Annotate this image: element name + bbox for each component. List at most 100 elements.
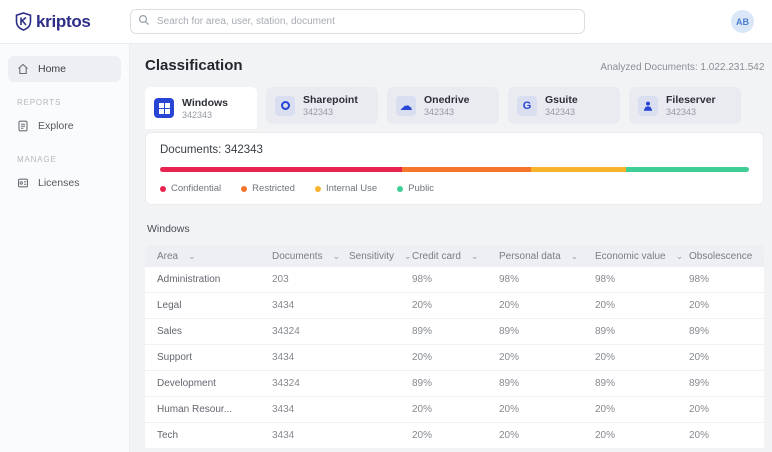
fileserver-icon [638, 96, 658, 116]
kriptos-shield-icon [15, 12, 32, 31]
main-content: Classification Analyzed Documents: 1.022… [130, 44, 772, 452]
obsolescence-cell: 89% [689, 378, 752, 389]
document-icon [17, 120, 29, 132]
table-source-label: Windows [147, 223, 764, 235]
documents-cell: 3434 [272, 430, 349, 441]
column-header-economic-value[interactable]: Economic value⌄ [595, 251, 689, 262]
personal-data-cell: 20% [499, 430, 595, 441]
analyzed-documents-count: Analyzed Documents: 1.022.231.542 [600, 62, 764, 73]
credit-card-cell: 20% [412, 352, 499, 363]
credit-card-cell: 20% [412, 404, 499, 415]
economic-value-cell: 89% [595, 378, 689, 389]
table-row[interactable]: Administration 203 98% 98% 98% 98% [145, 267, 764, 293]
table-row[interactable]: Legal 3434 20% 20% 20% 20% [145, 293, 764, 319]
credit-card-cell: 20% [412, 430, 499, 441]
sidebar-section-reports: REPORTS [17, 98, 121, 107]
chevron-down-icon: ⌄ [676, 252, 684, 261]
sidebar-item-label: Explore [38, 120, 74, 132]
confidential-dot-icon [160, 186, 166, 192]
area-cell: Tech [157, 430, 272, 441]
personal-data-cell: 89% [499, 326, 595, 337]
areas-table: Area⌄ Documents⌄ Sensitivity⌄ Credit car… [145, 245, 764, 449]
chevron-down-icon: ⌄ [333, 252, 341, 261]
tab-fileserver[interactable]: Fileserver 342343 [629, 87, 741, 124]
tab-onedrive[interactable]: ☁ Onedrive 342343 [387, 87, 499, 124]
legend-item-internal-use: Internal Use [315, 183, 377, 194]
table-row[interactable]: Support 3434 20% 20% 20% 20% [145, 345, 764, 371]
column-header-obsolescence[interactable]: Obsolescence [689, 251, 752, 262]
documents-cell: 3434 [272, 352, 349, 363]
column-header-documents[interactable]: Documents⌄ [272, 251, 349, 262]
tab-sharepoint[interactable]: Sharepoint 342343 [266, 87, 378, 124]
onedrive-cloud-icon: ☁ [396, 96, 416, 116]
tab-windows[interactable]: Windows 342343 [145, 87, 257, 129]
personal-data-cell: 89% [499, 378, 595, 389]
column-header-area[interactable]: Area⌄ [157, 251, 272, 262]
internal-use-dot-icon [315, 186, 321, 192]
sidebar-item-licenses[interactable]: Licenses [8, 170, 121, 196]
kriptos-logo[interactable]: kriptos [15, 12, 130, 32]
documents-cell: 3434 [272, 404, 349, 415]
legend-item-restricted: Restricted [241, 183, 295, 194]
table-row[interactable]: Human Resour... 3434 20% 20% 20% 20% [145, 397, 764, 423]
column-header-credit-card[interactable]: Credit card⌄ [412, 251, 499, 262]
column-header-sensitivity[interactable]: Sensitivity⌄ [349, 251, 412, 262]
obsolescence-cell: 20% [689, 404, 752, 415]
restricted-dot-icon [241, 186, 247, 192]
economic-value-cell: 20% [595, 430, 689, 441]
column-header-personal-data[interactable]: Personal data⌄ [499, 251, 595, 262]
classification-legend: Confidential Restricted Internal Use Pub… [160, 183, 749, 194]
table-row[interactable]: Tech 3434 20% 20% 20% 20% [145, 423, 764, 449]
table-row[interactable]: Development 34324 89% 89% 89% 89% [145, 371, 764, 397]
avatar[interactable]: AB [731, 10, 754, 33]
classification-distribution-bar [160, 167, 749, 172]
credit-card-cell: 98% [412, 274, 499, 285]
personal-data-cell: 20% [499, 300, 595, 311]
obsolescence-cell: 20% [689, 430, 752, 441]
obsolescence-cell: 20% [689, 300, 752, 311]
credit-card-cell: 89% [412, 326, 499, 337]
economic-value-cell: 20% [595, 352, 689, 363]
home-icon [17, 63, 29, 75]
segment-confidential [160, 167, 402, 172]
page-title: Classification [145, 57, 243, 74]
segment-public [626, 167, 750, 172]
credit-card-cell: 20% [412, 300, 499, 311]
documents-cell: 34324 [272, 326, 349, 337]
legend-item-public: Public [397, 183, 434, 194]
table-row[interactable]: Sales 34324 89% 89% 89% 89% [145, 319, 764, 345]
obsolescence-cell: 89% [689, 326, 752, 337]
sidebar-item-home[interactable]: Home [8, 56, 121, 82]
chevron-down-icon: ⌄ [471, 252, 479, 261]
legend-item-confidential: Confidential [160, 183, 221, 194]
search-input[interactable] [130, 9, 585, 34]
area-cell: Administration [157, 274, 272, 285]
area-cell: Support [157, 352, 272, 363]
chevron-down-icon: ⌄ [404, 252, 412, 261]
area-cell: Development [157, 378, 272, 389]
sharepoint-icon [275, 96, 295, 116]
personal-data-cell: 20% [499, 404, 595, 415]
sidebar: Home REPORTS Explore MANAGE Licenses [0, 44, 130, 452]
sidebar-item-label: Home [38, 63, 66, 75]
economic-value-cell: 89% [595, 326, 689, 337]
economic-value-cell: 20% [595, 300, 689, 311]
sidebar-section-manage: MANAGE [17, 155, 121, 164]
public-dot-icon [397, 186, 403, 192]
credit-card-cell: 89% [412, 378, 499, 389]
gsuite-g-icon: G [517, 96, 537, 116]
chevron-down-icon: ⌄ [188, 252, 196, 261]
search-icon [138, 14, 150, 26]
table-header-row: Area⌄ Documents⌄ Sensitivity⌄ Credit car… [145, 245, 764, 267]
obsolescence-cell: 98% [689, 274, 752, 285]
source-tabs: Windows 342343 Sharepoint 342343 ☁ Onedr… [145, 87, 764, 124]
sidebar-item-explore[interactable]: Explore [8, 113, 121, 139]
tab-gsuite[interactable]: G Gsuite 342343 [508, 87, 620, 124]
segment-internal-use [531, 167, 625, 172]
economic-value-cell: 20% [595, 404, 689, 415]
documents-card: Documents: 342343 Confidential Restricte… [145, 132, 764, 205]
area-cell: Sales [157, 326, 272, 337]
brand-name: kriptos [36, 12, 91, 32]
chevron-down-icon: ⌄ [571, 252, 579, 261]
documents-cell: 34324 [272, 378, 349, 389]
